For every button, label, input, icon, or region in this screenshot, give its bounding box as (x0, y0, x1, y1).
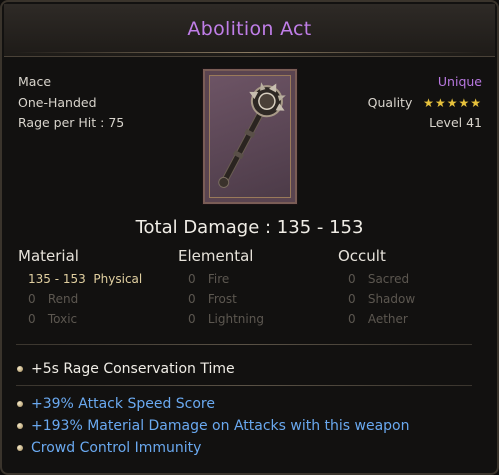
occult-damage-column: Occult 0 Sacred 0 Shadow 0 Aether (338, 247, 415, 329)
damage-label: Fire (207, 272, 230, 286)
damage-label: Sacred (367, 272, 410, 286)
elemental-header: Elemental (178, 247, 254, 265)
damage-label: Physical (93, 272, 143, 286)
item-basic-info: Mace One-Handed Rage per Hit : 75 (18, 72, 124, 134)
star-icon: ★ (458, 95, 471, 110)
damage-value: 0 (348, 272, 356, 286)
damage-row-lightning: 0 Lightning (178, 309, 264, 329)
section-divider (16, 385, 472, 386)
star-icon: ★ (446, 95, 459, 110)
modifier-text: +39% Attack Speed Score (31, 396, 215, 412)
modifier-text: Crowd Control Immunity (31, 440, 202, 456)
modifier-text: +193% Material Damage on Attacks with th… (31, 418, 410, 434)
quality-label: Quality (367, 94, 413, 110)
damage-row-toxic: 0 Toxic (18, 309, 142, 329)
damage-row-frost: 0 Frost (178, 289, 264, 309)
item-name: Abolition Act (187, 18, 312, 40)
mace-icon (218, 82, 286, 188)
gem-bullet-icon (17, 423, 23, 429)
damage-value: 0 (28, 312, 36, 326)
material-header: Material (18, 247, 79, 265)
damage-label: Frost (207, 292, 237, 306)
item-tooltip: Abolition Act Mace One-Handed Rage per H… (0, 0, 499, 475)
star-icon: ★ (423, 95, 435, 110)
item-rage-per-hit: Rage per Hit : 75 (18, 115, 125, 130)
damage-label: Lightning (207, 312, 264, 326)
damage-value: 0 (28, 292, 36, 306)
item-type: Mace (18, 74, 52, 89)
damage-row-physical: 135 - 153 Physical (18, 269, 142, 289)
damage-value: 0 (348, 292, 356, 306)
gem-bullet-icon (17, 445, 23, 451)
gem-bullet-icon (17, 366, 23, 372)
damage-label: Shadow (367, 292, 416, 306)
damage-value: 135 - 153 (28, 272, 86, 286)
occult-header: Occult (338, 247, 386, 265)
damage-row-aether: 0 Aether (338, 309, 415, 329)
damage-row-sacred: 0 Sacred (338, 269, 415, 289)
damage-label: Rend (47, 292, 79, 306)
star-icon: ★ (434, 95, 447, 110)
item-handedness: One-Handed (18, 94, 97, 110)
gem-bullet-icon (17, 401, 23, 407)
damage-row-shadow: 0 Shadow (338, 289, 415, 309)
affix-modifier: Crowd Control Immunity (16, 437, 477, 459)
item-image-card (203, 69, 297, 204)
damage-value: 0 (188, 292, 196, 306)
section-divider (16, 344, 472, 345)
damage-value: 0 (188, 312, 196, 326)
quality-stars: ★★★★★ (418, 96, 482, 110)
total-damage: Total Damage : 135 - 153 (135, 217, 364, 238)
modifiers-list: +5s Rage Conservation Time +39% Attack S… (16, 358, 477, 459)
star-icon: ★ (470, 95, 482, 110)
damage-row-rend: 0 Rend (18, 289, 142, 309)
damage-row-fire: 0 Fire (178, 269, 264, 289)
item-level: Level 41 (429, 115, 482, 130)
innate-modifier: +5s Rage Conservation Time (16, 358, 477, 380)
modifier-text: +5s Rage Conservation Time (31, 361, 235, 377)
affix-modifier: +193% Material Damage on Attacks with th… (16, 415, 477, 437)
elemental-damage-column: Elemental 0 Fire 0 Frost 0 Lightning (178, 247, 264, 329)
title-divider (14, 52, 485, 53)
damage-label: Aether (367, 312, 408, 326)
item-meta-info: Unique Quality ★★★★★ Level 41 (368, 72, 482, 134)
material-damage-column: Material 135 - 153 Physical 0 Rend 0 Tox… (18, 247, 142, 329)
item-quality: Quality ★★★★★ (368, 93, 482, 114)
item-rarity: Unique (437, 74, 482, 89)
title-bar: Abolition Act (4, 4, 495, 57)
damage-value: 0 (348, 312, 356, 326)
damage-value: 0 (188, 272, 196, 286)
damage-label: Toxic (47, 312, 78, 326)
affix-modifier: +39% Attack Speed Score (16, 393, 477, 415)
